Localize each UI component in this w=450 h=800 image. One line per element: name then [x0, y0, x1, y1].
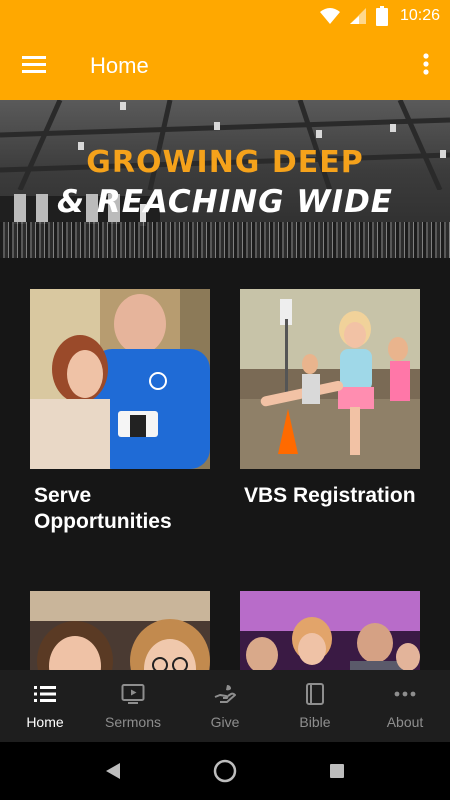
status-time: 10:26: [399, 7, 440, 24]
card-image: [30, 591, 210, 670]
nav-label: Bible: [299, 714, 331, 730]
menu-button[interactable]: [22, 54, 48, 76]
nav-label: Sermons: [104, 714, 162, 730]
home-button[interactable]: [211, 757, 239, 785]
hero-subheadline: & REACHING WIDE: [57, 184, 393, 220]
nav-item-about[interactable]: About: [360, 670, 450, 742]
tv-play-icon: [121, 684, 145, 704]
hero-banner[interactable]: GROWING DEEP & REACHING WIDE: [0, 100, 450, 258]
hamburger-icon: [22, 56, 46, 73]
card-worship-photo[interactable]: [240, 591, 420, 670]
nav-label: Give: [210, 714, 240, 730]
kids-smiling-photo: [30, 591, 210, 670]
system-navigation-bar: [0, 742, 450, 800]
nav-item-give[interactable]: Give: [180, 670, 270, 742]
recents-button[interactable]: [323, 757, 351, 785]
card-kids-photo[interactable]: [30, 591, 210, 670]
recents-square-icon: [330, 764, 344, 778]
card-title: Serve Opportunities: [34, 484, 172, 533]
card-image: [240, 289, 420, 469]
status-bar: 10:26: [0, 0, 450, 32]
nav-label: About: [386, 714, 424, 730]
card-title: VBS Registration: [244, 484, 416, 507]
people-reading-photo: [30, 289, 210, 469]
nav-item-sermons[interactable]: Sermons: [88, 670, 178, 742]
hero-headline: GROWING DEEP: [86, 145, 364, 180]
home-circle-icon: [213, 759, 237, 783]
bottom-navigation: Home Sermons Give Bible About: [0, 670, 450, 742]
back-button[interactable]: [100, 757, 128, 785]
more-vert-icon: [423, 53, 429, 75]
content-grid: Serve Opportunities VBS Registration: [0, 258, 450, 670]
card-image: [30, 289, 210, 469]
card-vbs-registration[interactable]: VBS Registration: [240, 289, 420, 509]
status-icons: 10:26: [319, 6, 440, 26]
battery-icon: [375, 6, 388, 26]
nav-item-home[interactable]: Home: [0, 670, 90, 742]
page-title: Home: [90, 53, 149, 78]
cell-signal-icon: [349, 8, 366, 24]
giving-hand-icon: [214, 685, 236, 703]
nav-item-bible[interactable]: Bible: [270, 670, 360, 742]
card-serve-opportunities[interactable]: Serve Opportunities: [30, 289, 210, 535]
overflow-menu-button[interactable]: [416, 50, 436, 80]
app-bar: Home: [0, 32, 450, 100]
list-icon: [34, 686, 56, 702]
crowd-graphic: [0, 222, 450, 258]
book-icon: [306, 683, 324, 705]
back-triangle-icon: [106, 763, 120, 779]
nav-label: Home: [26, 714, 64, 730]
more-dots-icon: [394, 691, 416, 697]
card-image: [240, 591, 420, 670]
wifi-icon: [319, 8, 340, 24]
kids-dancing-photo: [240, 289, 420, 469]
congregation-praying-photo: [240, 591, 420, 670]
